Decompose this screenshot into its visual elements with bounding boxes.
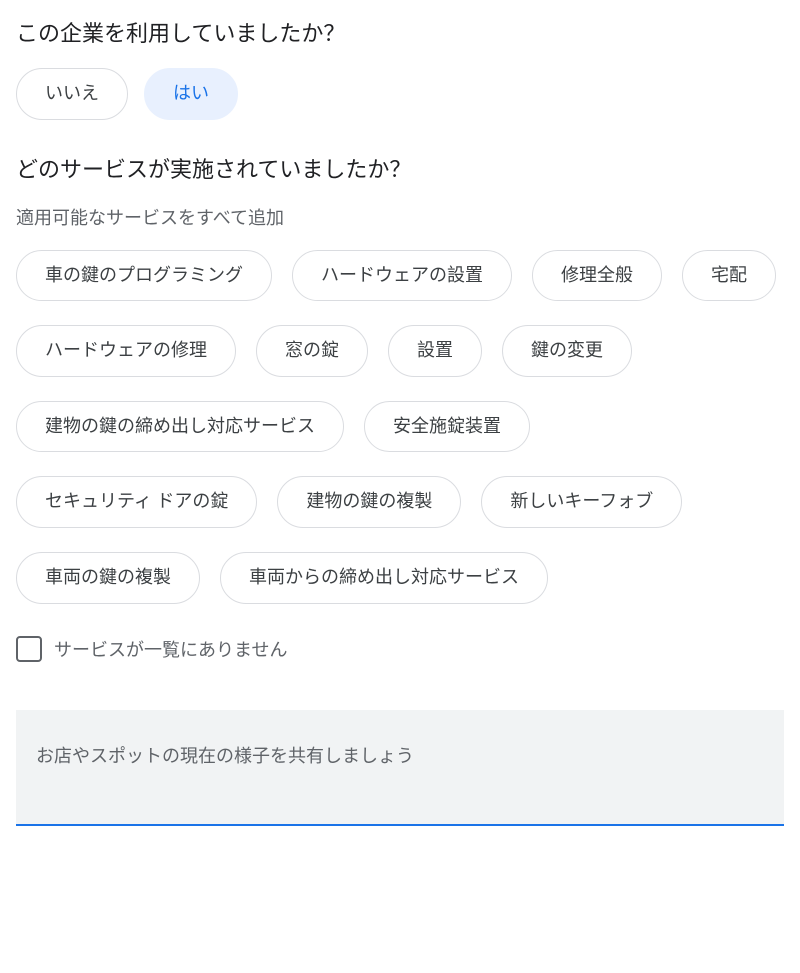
services-chip-container: 車の鍵のプログラミング ハードウェアの設置 修理全般 宅配 ハードウェアの修理 … <box>16 250 784 604</box>
service-chip[interactable]: ハードウェアの修理 <box>16 325 236 377</box>
share-prompt-text: お店やスポットの現在の様子を共有しましょう <box>36 742 764 768</box>
service-chip[interactable]: 建物の鍵の締め出し対応サービス <box>16 401 344 453</box>
yes-chip[interactable]: はい <box>144 68 238 120</box>
yesno-chips: いいえ はい <box>16 68 784 120</box>
service-chip[interactable]: 設置 <box>388 325 482 377</box>
question-2-title: どのサービスが実施されていましたか？ <box>16 152 784 184</box>
service-chip[interactable]: ハードウェアの設置 <box>292 250 512 302</box>
service-chip[interactable]: 安全施錠装置 <box>364 401 530 453</box>
share-prompt-box[interactable]: お店やスポットの現在の様子を共有しましょう <box>16 710 784 826</box>
service-chip[interactable]: 新しいキーフォブ <box>481 476 682 528</box>
service-chip[interactable]: 車両の鍵の複製 <box>16 552 200 604</box>
question-services: どのサービスが実施されていましたか？ 適用可能なサービスをすべて追加 車の鍵のプ… <box>16 152 784 662</box>
service-chip[interactable]: 宅配 <box>682 250 776 302</box>
service-chip[interactable]: 建物の鍵の複製 <box>277 476 461 528</box>
question-used-business: この企業を利用していましたか？ いいえ はい <box>16 16 784 120</box>
not-listed-row: サービスが一覧にありません <box>16 636 784 662</box>
service-chip[interactable]: 修理全般 <box>532 250 662 302</box>
service-chip[interactable]: 鍵の変更 <box>502 325 632 377</box>
question-1-title: この企業を利用していましたか？ <box>16 16 784 48</box>
service-chip[interactable]: セキュリティ ドアの錠 <box>16 476 257 528</box>
question-2-subtitle: 適用可能なサービスをすべて追加 <box>16 204 784 230</box>
service-chip[interactable]: 窓の錠 <box>256 325 368 377</box>
no-chip[interactable]: いいえ <box>16 68 128 120</box>
not-listed-label: サービスが一覧にありません <box>54 636 287 662</box>
service-chip[interactable]: 車の鍵のプログラミング <box>16 250 272 302</box>
service-chip[interactable]: 車両からの締め出し対応サービス <box>220 552 548 604</box>
not-listed-checkbox[interactable] <box>16 636 42 662</box>
